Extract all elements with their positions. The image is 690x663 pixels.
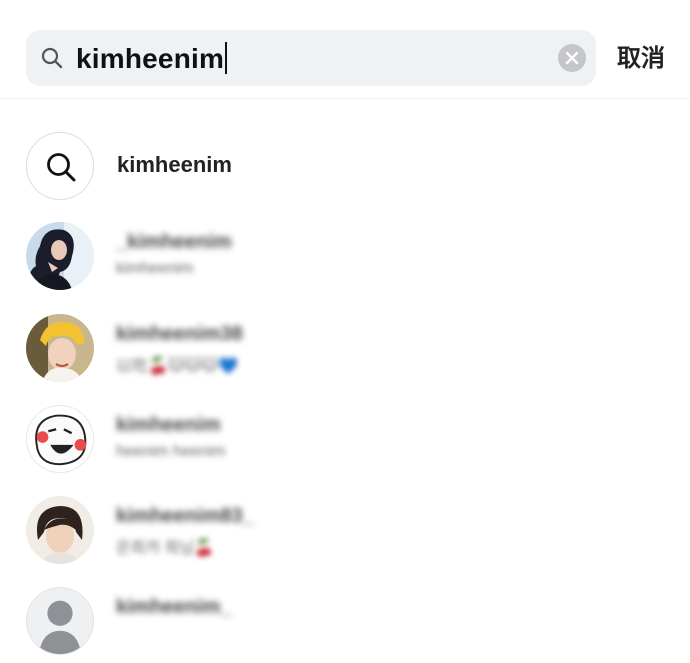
result-username: kimheenim bbox=[116, 414, 221, 436]
search-icon bbox=[47, 153, 76, 182]
search-icon bbox=[41, 47, 63, 69]
result-subtitle: heenim heenim bbox=[116, 443, 226, 460]
result-username: kimheenim_ bbox=[116, 596, 232, 618]
suggestion-label: kimheenim bbox=[117, 152, 232, 177]
list-item[interactable]: kimheenim heenim heenim bbox=[0, 401, 690, 481]
avatar bbox=[26, 405, 94, 473]
avatar bbox=[26, 587, 94, 655]
cancel-button[interactable]: 取消 bbox=[617, 42, 665, 74]
search-header: kimheenim 取消 bbox=[0, 0, 690, 99]
result-username: kimheenim38 bbox=[116, 323, 243, 345]
list-item[interactable]: kimheenim83_ 은희카 희님🍒 bbox=[0, 492, 690, 572]
result-subtitle: kimheenim bbox=[116, 260, 194, 277]
text-caret bbox=[225, 42, 228, 74]
avatar bbox=[26, 314, 94, 382]
result-subtitle: 以吃🍒🐱🐱🐱💙 bbox=[116, 358, 238, 375]
result-username: kimheenim83_ bbox=[116, 505, 254, 527]
clear-button[interactable] bbox=[558, 44, 586, 72]
list-item[interactable]: kimheenim_ bbox=[0, 583, 690, 663]
search-query-text: kimheenim bbox=[76, 42, 228, 75]
result-subtitle: 은희카 희님🍒 bbox=[116, 540, 214, 557]
list-item[interactable]: kimheenim38 以吃🍒🐱🐱🐱💙 bbox=[0, 310, 690, 390]
avatar bbox=[26, 222, 94, 290]
result-username: _kimheenim bbox=[116, 231, 232, 253]
suggestion-search-circle bbox=[26, 132, 94, 200]
avatar bbox=[26, 496, 94, 564]
list-item[interactable]: _kimheenim kimheenim bbox=[0, 218, 690, 298]
search-input[interactable]: kimheenim bbox=[26, 30, 596, 86]
search-suggestion-row[interactable]: kimheenim bbox=[0, 126, 690, 206]
close-icon bbox=[565, 51, 579, 65]
